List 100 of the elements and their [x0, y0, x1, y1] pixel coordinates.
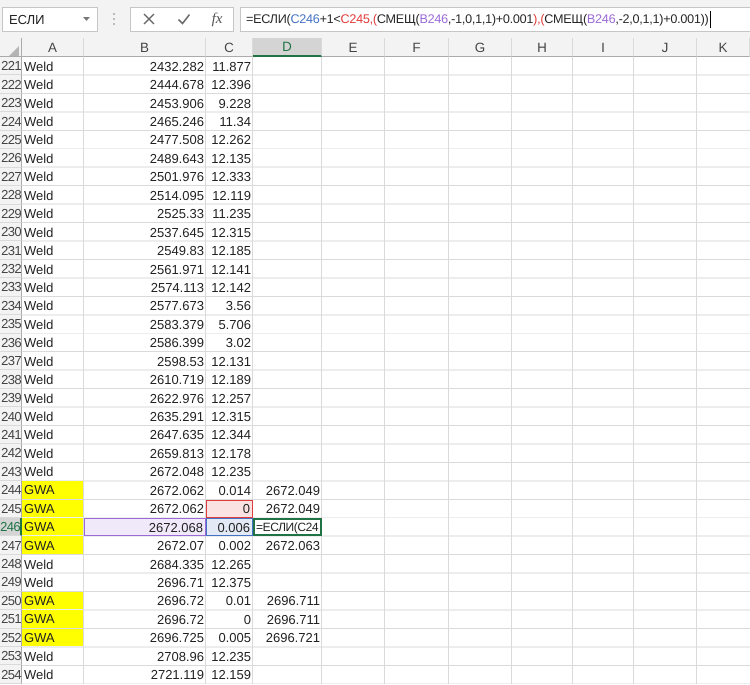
table-cell-text: 2465.246 [148, 113, 205, 131]
table-cell: GWA [22, 481, 83, 498]
table-cell-text: 11.877 [211, 58, 252, 76]
table-cell-text: 12.178 [210, 444, 252, 463]
table-cell-text: 9.228 [217, 94, 252, 112]
table-cell-text: Weld [23, 371, 54, 389]
table-cell: 0.006 [206, 518, 253, 536]
row-header[interactable]: 229 [0, 204, 22, 223]
table-cell-text: 2696.721 [264, 629, 321, 647]
table-cell-text: 12.257 [210, 390, 252, 408]
table-cell-text: 2672.063 [264, 537, 321, 555]
row-header[interactable]: 226 [0, 149, 22, 168]
table-cell-text: 12.131 [210, 352, 252, 370]
table-cell-text: 2453.906 [148, 94, 205, 112]
table-cell-text: 2577.673 [148, 297, 205, 316]
row-header[interactable]: 222 [0, 75, 22, 94]
table-cell-text: 2672.062 [148, 482, 205, 500]
table-cell-text: Weld [23, 316, 54, 334]
row-header[interactable]: 246 [0, 518, 22, 536]
table-cell-text: 12.235 [210, 463, 252, 482]
row-header[interactable]: 253 [0, 647, 22, 666]
column-header[interactable]: E [322, 38, 385, 57]
table-cell-text: 2696.71 [156, 574, 205, 592]
row-header[interactable]: 234 [0, 296, 22, 316]
cancel-icon[interactable] [142, 12, 156, 26]
table-cell-text: 2574.113 [150, 278, 205, 297]
table-cell-text: 12.189 [210, 371, 252, 389]
table-cell-text: 2696.711 [266, 610, 321, 629]
row-header[interactable]: 221 [0, 57, 22, 76]
row-header[interactable]: 235 [0, 315, 22, 334]
row-header[interactable]: 249 [0, 573, 22, 592]
row-header[interactable]: 247 [0, 536, 22, 555]
table-cell-text: 2525.33 [156, 205, 205, 223]
table-cell: GWA [22, 592, 83, 610]
row-header[interactable]: 231 [0, 241, 22, 260]
row-header[interactable]: 227 [0, 168, 22, 186]
row-header[interactable]: 224 [0, 112, 22, 131]
row-header[interactable]: 233 [0, 278, 22, 297]
row-header[interactable]: 244 [0, 481, 22, 500]
table-cell-text: 2647.635 [148, 426, 205, 444]
table-cell-text: 2537.645 [148, 224, 205, 242]
column-header[interactable]: D [253, 38, 322, 57]
table-cell-text: 2696.72 [156, 592, 205, 610]
row-header[interactable]: 236 [0, 334, 22, 352]
row-header[interactable]: 243 [0, 462, 22, 482]
check-icon[interactable] [176, 12, 191, 26]
row-header[interactable]: 239 [0, 388, 22, 408]
dropdown-icon[interactable] [82, 16, 91, 22]
table-cell-text: Weld [23, 334, 54, 352]
table-cell-text: 2514.095 [148, 186, 205, 204]
table-cell-text: 2696.72 [156, 610, 205, 629]
row-header[interactable]: 230 [0, 222, 22, 242]
column-header[interactable]: C [206, 38, 253, 57]
row-header[interactable]: 254 [0, 665, 22, 684]
row-header[interactable]: 242 [0, 444, 22, 463]
row-header[interactable]: 248 [0, 554, 22, 574]
row-header[interactable]: 228 [0, 186, 22, 204]
insert-function-button[interactable]: fx [212, 10, 222, 28]
table-cell-text: 2672.062 [148, 500, 205, 518]
name-box[interactable]: ЕСЛИ [2, 6, 98, 32]
row-header[interactable]: 252 [0, 628, 22, 647]
table-cell-text: Weld [23, 242, 54, 260]
table-cell-text: 2672.07 [156, 537, 205, 555]
column-header[interactable]: J [634, 38, 697, 57]
table-cell-text: Weld [23, 94, 54, 112]
row-header[interactable]: 245 [0, 500, 22, 518]
table-cell-text: Weld [23, 390, 54, 408]
row-header[interactable]: 223 [0, 94, 22, 112]
row-header[interactable]: 225 [0, 130, 22, 150]
table-cell-text: Weld [23, 444, 54, 463]
row-header[interactable]: 238 [0, 370, 22, 389]
column-header[interactable]: A [22, 38, 84, 57]
row-header[interactable]: 251 [0, 610, 22, 629]
column-header[interactable]: I [573, 38, 634, 57]
column-header[interactable]: B [84, 38, 206, 57]
column-header[interactable]: H [512, 38, 573, 57]
table-cell-text: 2477.508 [148, 131, 205, 150]
column-header[interactable]: K [697, 38, 750, 57]
active-cell[interactable]: =ЕСЛИ(C24 [253, 518, 322, 536]
row-header[interactable]: 237 [0, 352, 22, 370]
row-header[interactable]: 241 [0, 426, 22, 444]
table-cell-text: 0 [242, 610, 252, 629]
table-cell-text: 2635.291 [148, 408, 205, 426]
table-cell-text: 2672.049 [264, 500, 321, 518]
column-header[interactable]: F [385, 38, 449, 57]
table-cell-text: 12.315 [210, 408, 252, 426]
table-cell-text: Weld [23, 186, 54, 204]
table-cell-text: Weld [23, 463, 54, 482]
table-cell-text: 2696.725 [148, 629, 205, 647]
table-cell-text: 12.265 [210, 556, 252, 574]
row-header[interactable]: 240 [0, 407, 22, 426]
table-cell-text: 12.375 [210, 574, 252, 592]
table-cell-text: 12.262 [210, 131, 252, 150]
table-cell-text: 12.396 [210, 76, 252, 94]
formula-field[interactable]: =ЕСЛИ(C246+1<C245,(СМЕЩ(B246,-1,0,1,1)+0.001),(СМЕЩ(B246,-2,0,1,1)+0.001)) [240, 6, 750, 32]
table-cell-text: 2598.53 [156, 352, 205, 370]
row-header[interactable]: 232 [0, 260, 22, 278]
row-header[interactable]: 250 [0, 592, 22, 610]
column-header[interactable]: G [449, 38, 512, 57]
table-cell-text: 12.333 [210, 168, 252, 186]
